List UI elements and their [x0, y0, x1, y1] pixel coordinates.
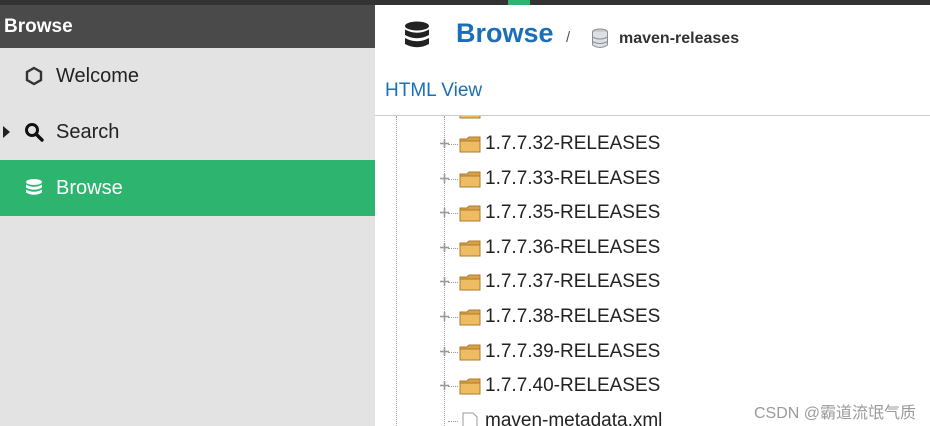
tree-node-label: 1.7.7.35-RELEASES — [485, 202, 661, 224]
expand-plus-icon[interactable] — [439, 276, 450, 287]
tree-node-label: 1.7.7.38-RELEASES — [485, 306, 661, 327]
tree-node-label: 1.7.7.39-RELEASES — [485, 340, 661, 362]
database-icon — [26, 179, 42, 195]
sidebar-item-label: Welcome — [56, 65, 139, 87]
tree-folder-row[interactable]: 1.7.7.38-RELEASES — [375, 300, 930, 334]
tree-node-label: 1.7.7.33-RELEASES — [485, 167, 661, 189]
page-header: Browse / maven-releases — [375, 5, 930, 67]
breadcrumb-repository[interactable]: maven-releases — [619, 30, 739, 48]
tree-node-label: 1.7.7.40-RELEASES — [485, 375, 661, 397]
tree-folder-row[interactable]: 1.7.7.37-RELEASES — [375, 265, 930, 299]
search-icon — [25, 123, 44, 142]
folder-icon — [459, 309, 481, 326]
page-title: Browse — [456, 18, 554, 48]
sidebar: Browse Welcome Search Browse — [0, 5, 375, 426]
sidebar-item-label: Browse — [56, 177, 123, 199]
expand-plus-icon[interactable] — [439, 380, 450, 391]
tree-node-label: maven-metadata.xml — [485, 409, 663, 426]
breadcrumb-separator: / — [566, 29, 571, 46]
folder-icon — [459, 136, 481, 153]
file-icon — [462, 412, 478, 426]
expand-plus-icon[interactable] — [439, 173, 450, 184]
folder-icon — [459, 378, 481, 395]
watermark: CSDN @霸道流氓气质 — [754, 405, 917, 422]
expand-plus-icon[interactable] — [439, 311, 450, 322]
tree-node-label: 1.7.7.31-RELEASES — [485, 116, 660, 127]
expand-plus-icon[interactable] — [439, 242, 450, 253]
main-panel: Browse / maven-releases HTML View 1.7.7.… — [375, 5, 930, 426]
expand-plus-icon[interactable] — [439, 207, 450, 218]
tree-connector — [448, 420, 458, 422]
tree-node-label: 1.7.7.36-RELEASES — [485, 236, 661, 258]
folder-icon — [459, 116, 481, 119]
tree-folder-row[interactable]: 1.7.7.35-RELEASES — [375, 196, 930, 230]
hexagon-icon — [25, 66, 43, 86]
tree-node-label: 1.7.7.32-RELEASES — [485, 133, 661, 154]
repository-tree: 1.7.7.31-RELEASES 1.7.7.32-RELEASES 1.7.7.… — [375, 116, 930, 426]
folder-icon — [459, 274, 481, 291]
folder-icon — [459, 240, 481, 257]
html-view-link[interactable]: HTML View — [385, 80, 482, 102]
database-icon — [405, 21, 429, 48]
expand-arrow-icon[interactable] — [3, 126, 10, 138]
repository-icon — [592, 28, 608, 48]
folder-icon — [459, 344, 481, 361]
tree-folder-row[interactable]: 1.7.7.32-RELEASES — [375, 127, 930, 161]
tree-node-label: 1.7.7.37-RELEASES — [485, 271, 661, 293]
tree-folder-row[interactable]: 1.7.7.36-RELEASES — [375, 231, 930, 265]
tree-folder-row[interactable]: 1.7.7.39-RELEASES — [375, 335, 930, 369]
sidebar-item-search[interactable]: Search — [0, 104, 375, 160]
tree-folder-row[interactable]: 1.7.7.33-RELEASES — [375, 162, 930, 196]
sidebar-item-welcome[interactable]: Welcome — [0, 48, 375, 104]
folder-icon — [459, 205, 481, 222]
sidebar-item-label: Search — [56, 121, 120, 143]
expand-plus-icon[interactable] — [439, 138, 450, 149]
sidebar-item-browse[interactable]: Browse — [0, 160, 375, 216]
expand-plus-icon[interactable] — [439, 346, 450, 357]
sidebar-header: Browse — [0, 5, 375, 48]
tree-folder-row[interactable]: 1.7.7.31-RELEASES — [375, 116, 930, 127]
folder-icon — [459, 171, 481, 188]
